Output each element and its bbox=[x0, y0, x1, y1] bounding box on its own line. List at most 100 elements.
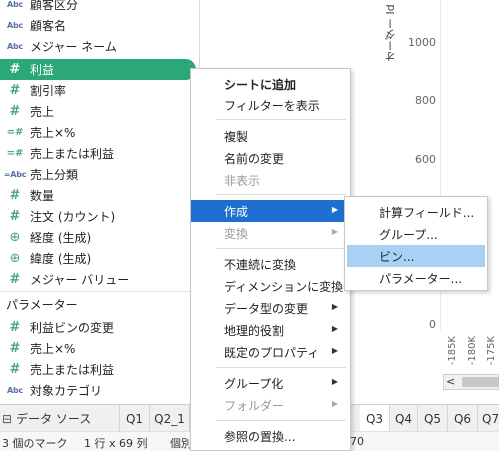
field-label: 割引率 bbox=[30, 84, 67, 98]
submenu-arrow-icon: ▶ bbox=[331, 227, 338, 236]
field-item[interactable]: # 注文 (カウント) bbox=[0, 206, 199, 227]
menu-item-folder[interactable]: フォルダー ▶ bbox=[191, 394, 350, 416]
menu-item-create[interactable]: 作成 ▶ bbox=[191, 200, 350, 222]
submenu-item-bins[interactable]: ビン... bbox=[347, 245, 485, 267]
numeric-parameter-icon: # bbox=[9, 320, 21, 335]
field-label: 利益 bbox=[30, 63, 55, 77]
database-icon: ⊟ bbox=[2, 411, 13, 426]
field-item[interactable]: # 売上 bbox=[0, 101, 199, 122]
tab-sheet[interactable]: Q5 bbox=[418, 405, 448, 432]
scroll-left-icon[interactable]: < bbox=[446, 375, 455, 388]
numeric-measure-icon: # bbox=[9, 188, 21, 203]
field-item[interactable]: # 数量 bbox=[0, 185, 199, 206]
parameter-label: 売上×% bbox=[30, 342, 76, 356]
menu-item-label: フィルターを表示 bbox=[224, 98, 320, 113]
menu-item-convert-dimension[interactable]: ディメンションに変換 bbox=[191, 275, 350, 297]
field-item[interactable]: Abc 顧客区分 bbox=[0, 0, 199, 15]
horizontal-scrollbar[interactable]: < bbox=[443, 374, 499, 390]
submenu-item-calculated-field[interactable]: 計算フィールド... bbox=[345, 201, 487, 223]
section-divider bbox=[0, 291, 199, 292]
tab-sheet[interactable]: Q7 bbox=[478, 405, 499, 432]
parameter-item[interactable]: # 利益ビンの変更 bbox=[0, 317, 199, 338]
numeric-measure-icon: # bbox=[9, 209, 21, 224]
parameter-label: 売上または利益 bbox=[30, 363, 115, 377]
field-label: メジャー ネーム bbox=[30, 40, 117, 54]
submenu-item-group[interactable]: グループ... bbox=[345, 223, 487, 245]
field-item[interactable]: =# 売上または利益 bbox=[0, 143, 199, 164]
tab-label: データ ソース bbox=[16, 412, 92, 426]
menu-item-hide[interactable]: 非表示 bbox=[191, 169, 350, 191]
field-item-selected[interactable]: # 利益 bbox=[0, 59, 196, 80]
field-item[interactable]: Abc メジャー ネーム bbox=[0, 36, 199, 57]
field-label: 数量 bbox=[30, 189, 55, 203]
tab-data-source[interactable]: ⊟ データ ソース bbox=[0, 405, 120, 432]
numeric-measure-icon: # bbox=[9, 83, 21, 98]
tab-sheet[interactable]: Q6 bbox=[448, 405, 478, 432]
globe-icon: ⊕ bbox=[9, 251, 21, 266]
calculated-measure-icon: =# bbox=[6, 127, 24, 138]
menu-item-label: シートに追加 bbox=[224, 77, 297, 92]
menu-item-label: 複製 bbox=[224, 129, 249, 144]
menu-item-label: 地理的役割 bbox=[224, 323, 285, 338]
submenu-item-label: ビン... bbox=[379, 249, 415, 264]
field-item[interactable]: # 割引率 bbox=[0, 80, 199, 101]
numeric-measure-icon: # bbox=[9, 62, 21, 77]
menu-item-show-filter[interactable]: フィルターを表示 bbox=[191, 94, 350, 116]
calculated-string-icon: =Abc bbox=[3, 170, 27, 179]
y-axis-title[interactable]: オーダー Id bbox=[383, 4, 399, 62]
submenu-arrow-icon: ▶ bbox=[331, 399, 338, 408]
submenu-arrow-icon: ▶ bbox=[331, 346, 338, 355]
menu-item-label: 変換 bbox=[224, 226, 249, 241]
field-item[interactable]: ⊕ 緯度 (生成) bbox=[0, 248, 199, 269]
create-submenu: 計算フィールド... グループ... ビン... パラメーター... bbox=[344, 196, 488, 291]
menu-item-rename[interactable]: 名前の変更 bbox=[191, 147, 350, 169]
field-label: 緯度 (生成) bbox=[30, 252, 92, 266]
tab-sheet[interactable]: Q2_1 bbox=[150, 405, 190, 432]
menu-item-label: 非表示 bbox=[224, 173, 261, 188]
submenu-item-label: 計算フィールド... bbox=[379, 205, 475, 220]
field-item[interactable]: =# 売上×% bbox=[0, 122, 199, 143]
submenu-arrow-icon: ▶ bbox=[331, 205, 338, 214]
parameter-item[interactable]: # 売上または利益 bbox=[0, 359, 199, 380]
parameter-item[interactable]: # 売上×% bbox=[0, 338, 199, 359]
x-tick-label: -185K bbox=[447, 336, 458, 366]
y-tick-label: 600 bbox=[415, 153, 436, 166]
context-menu: シートに追加 フィルターを表示 複製 名前の変更 非表示 作成 ▶ 変換 ▶ 不連続… bbox=[190, 68, 351, 451]
submenu-item-label: グループ... bbox=[379, 227, 438, 242]
menu-item-label: 不連続に変換 bbox=[224, 257, 297, 272]
field-label: 売上 bbox=[30, 105, 55, 119]
menu-item-label: グループ化 bbox=[224, 376, 284, 391]
field-label: 経度 (生成) bbox=[30, 231, 92, 245]
menu-separator bbox=[216, 248, 346, 249]
tab-sheet[interactable]: Q1 bbox=[120, 405, 150, 432]
menu-item-default-properties[interactable]: 既定のプロパティ ▶ bbox=[191, 341, 350, 363]
string-dimension-icon: Abc bbox=[6, 21, 24, 30]
string-dimension-icon: Abc bbox=[6, 0, 24, 9]
field-item[interactable]: =Abc 売上分類 bbox=[0, 164, 199, 185]
field-item[interactable]: ⊕ 経度 (生成) bbox=[0, 227, 199, 248]
numeric-measure-icon: # bbox=[9, 272, 21, 287]
menu-item-replace-references[interactable]: 参照の置換... bbox=[191, 425, 350, 447]
tab-sheet-active[interactable]: Q3 bbox=[360, 405, 390, 432]
menu-item-duplicate[interactable]: 複製 bbox=[191, 125, 350, 147]
menu-item-group-by[interactable]: グループ化 ▶ bbox=[191, 372, 350, 394]
tab-sheet[interactable]: Q4 bbox=[390, 405, 418, 432]
scrollbar-thumb[interactable] bbox=[462, 377, 499, 387]
field-item[interactable]: Abc 顧客名 bbox=[0, 15, 199, 36]
string-parameter-icon: Abc bbox=[6, 386, 24, 395]
menu-item-add-to-sheet[interactable]: シートに追加 bbox=[191, 73, 350, 95]
field-item[interactable]: # メジャー バリュー bbox=[0, 269, 199, 290]
string-dimension-icon: Abc bbox=[6, 42, 24, 51]
menu-item-label: 作成 bbox=[224, 204, 249, 219]
field-label: 顧客区分 bbox=[30, 0, 79, 12]
submenu-item-parameter[interactable]: パラメーター... bbox=[345, 267, 487, 289]
status-extra-right: 70 bbox=[350, 435, 364, 448]
menu-item-transform[interactable]: 変換 ▶ bbox=[191, 222, 350, 244]
menu-separator bbox=[216, 194, 346, 195]
field-label: 売上分類 bbox=[30, 168, 79, 182]
parameters-header: パラメーター bbox=[6, 298, 78, 312]
menu-item-geographic-role[interactable]: 地理的役割 ▶ bbox=[191, 319, 350, 341]
menu-item-change-data-type[interactable]: データ型の変更 ▶ bbox=[191, 297, 350, 319]
menu-item-convert-discrete[interactable]: 不連続に変換 bbox=[191, 253, 350, 275]
parameter-item[interactable]: Abc 対象カテゴリ bbox=[0, 380, 199, 401]
